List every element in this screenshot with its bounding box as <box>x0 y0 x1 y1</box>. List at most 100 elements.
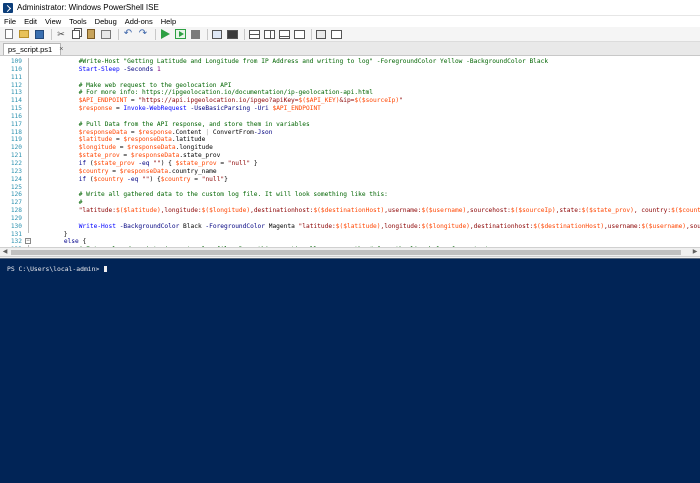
line-number: 110 <box>10 65 22 73</box>
menu-help[interactable]: Help <box>161 17 176 26</box>
code-line[interactable]: # Write all gathered data to the custom … <box>34 191 700 199</box>
console-prompt[interactable]: PS C:\Users\local-admin> <box>7 265 108 273</box>
menu-debug[interactable]: Debug <box>95 17 117 26</box>
new-file-icon <box>5 29 13 39</box>
show-script-pane-top-button[interactable] <box>248 28 260 40</box>
code-line[interactable]: $latitude = $responseData.latitude <box>34 136 700 144</box>
show-script-pane-top-icon <box>248 29 260 39</box>
show-script-pane-max-icon <box>278 29 290 39</box>
save-button[interactable] <box>33 28 45 40</box>
run-script-button[interactable] <box>159 28 171 40</box>
code-line[interactable]: $responseData = $response.Content | Conv… <box>34 129 700 137</box>
fold-guide <box>28 58 29 233</box>
open-icon <box>19 30 29 38</box>
script-editor[interactable]: 109 110 111 112 113 114 115 116 117 118 119 120 121 1… <box>0 55 700 247</box>
code-line[interactable]: "latitude:$($latitude),longitude:$($long… <box>34 207 700 215</box>
show-script-pane-right-button[interactable] <box>263 28 275 40</box>
hide-script-pane-icon <box>293 29 305 39</box>
line-number: 118 <box>10 128 22 136</box>
show-command-addon-button[interactable] <box>330 28 342 40</box>
line-number: 115 <box>10 105 22 113</box>
redo-icon: ↷ <box>138 28 148 39</box>
redo-button[interactable]: ↷ <box>137 28 149 40</box>
run-selection-icon <box>174 29 186 39</box>
close-icon[interactable]: × <box>59 46 63 53</box>
code-line[interactable]: if ($state_prov -eq "") { $state_prov = … <box>34 160 700 168</box>
toolbar-separator <box>51 28 52 40</box>
stop-icon <box>190 29 200 39</box>
toolbar-separator <box>311 28 312 40</box>
toolbar: ✂ ↶ ↷ <box>0 27 700 42</box>
code-line[interactable]: # Pull Data from the API response, and s… <box>34 121 700 129</box>
show-script-pane-max-button[interactable] <box>278 28 290 40</box>
new-remote-tab-button[interactable] <box>211 28 223 40</box>
toolbar-separator <box>118 28 119 40</box>
menu-edit[interactable]: Edit <box>24 17 37 26</box>
menu-view[interactable]: View <box>45 17 61 26</box>
hide-script-pane-button[interactable] <box>293 28 305 40</box>
tab-strip: ps_script.ps1 × <box>0 42 700 55</box>
code-line[interactable]: # Make web request to the geolocation AP… <box>34 82 700 90</box>
line-number: 126 <box>10 191 22 199</box>
tab-ps-script[interactable]: ps_script.ps1 × <box>3 43 63 55</box>
cut-button[interactable]: ✂ <box>55 28 67 40</box>
code-line[interactable]: else { <box>34 238 700 246</box>
scrollbar-thumb[interactable] <box>11 250 681 255</box>
menu-tools[interactable]: Tools <box>69 17 87 26</box>
code-line[interactable]: #Write-Host "Getting Latitude and Longit… <box>34 58 700 66</box>
code-line[interactable]: $longitude = $responseData.longitude <box>34 144 700 152</box>
line-number: 120 <box>10 144 22 152</box>
toolbar-separator <box>244 28 245 40</box>
toolbar-separator <box>155 28 156 40</box>
copy-button[interactable] <box>70 28 82 40</box>
paste-button[interactable] <box>85 28 97 40</box>
new-file-button[interactable] <box>3 28 15 40</box>
undo-icon: ↶ <box>123 28 133 39</box>
toolbar-separator <box>207 28 208 40</box>
console-pane[interactable]: PS C:\Users\local-admin> <box>0 258 700 483</box>
undo-button[interactable]: ↶ <box>122 28 134 40</box>
code-line[interactable]: $response = Invoke-WebRequest -UseBasicP… <box>34 105 700 113</box>
start-powershell-button[interactable] <box>226 28 238 40</box>
save-icon <box>34 29 44 39</box>
stop-button[interactable] <box>189 28 201 40</box>
tab-label: ps_script.ps1 <box>8 45 53 54</box>
paste-icon <box>87 29 95 39</box>
fold-toggle-icon[interactable]: − <box>25 238 31 244</box>
line-number: 129 <box>10 214 22 222</box>
line-number: 128 <box>10 207 22 215</box>
line-number: 132 <box>10 238 22 246</box>
scroll-left-icon[interactable]: ◀ <box>1 249 9 256</box>
code-line[interactable]: Start-Sleep -Seconds 1 <box>34 66 700 74</box>
start-powershell-icon <box>226 29 238 39</box>
code-line[interactable]: if ($country -eq "") {$country = "null"} <box>34 176 700 184</box>
menu-file[interactable]: File <box>4 17 16 26</box>
code-line[interactable]: $state_prov = $responseData.state_prov <box>34 152 700 160</box>
horizontal-scrollbar[interactable]: ◀ ▶ <box>0 247 700 257</box>
line-number: 114 <box>10 97 22 105</box>
code-line[interactable] <box>34 184 700 192</box>
code-line[interactable]: $country = $responseData.country_name <box>34 168 700 176</box>
show-command-window-button[interactable] <box>315 28 327 40</box>
line-number: 122 <box>10 159 22 167</box>
code-area[interactable]: #Write-Host "Getting Latitude and Longit… <box>34 58 700 247</box>
code-line[interactable] <box>34 74 700 82</box>
code-line[interactable]: # <box>34 199 700 207</box>
open-button[interactable] <box>18 28 30 40</box>
scroll-right-icon[interactable]: ▶ <box>691 249 699 256</box>
clear-console-button[interactable] <box>100 28 112 40</box>
line-number: 109 <box>10 58 22 65</box>
code-line[interactable]: Write-Host -BackgroundColor Black -Foreg… <box>34 223 700 231</box>
code-line[interactable] <box>34 215 700 223</box>
code-line[interactable] <box>34 113 700 121</box>
line-number: 125 <box>10 183 22 191</box>
line-number: 111 <box>10 73 22 81</box>
menu-addons[interactable]: Add-ons <box>125 17 153 26</box>
run-selection-button[interactable] <box>174 28 186 40</box>
code-line[interactable]: $API_ENDPOINT = "https://api.ipgeolocati… <box>34 97 700 105</box>
line-number-gutter: 109 110 111 112 113 114 115 116 117 118 119 120 121 1… <box>0 58 24 247</box>
code-line[interactable]: # For more info: https://ipgeolocation.i… <box>34 89 700 97</box>
text-cursor <box>104 266 108 272</box>
line-number: 131 <box>10 230 22 238</box>
code-line[interactable]: } <box>34 231 700 239</box>
